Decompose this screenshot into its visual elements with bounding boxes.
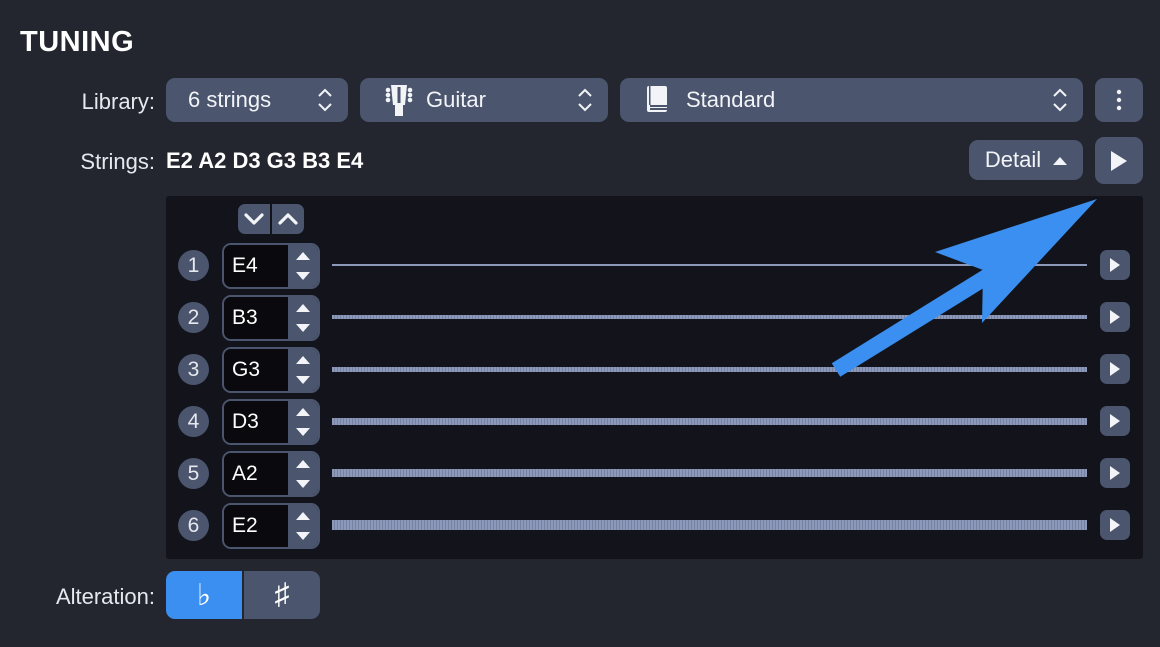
guitar-head-icon: [384, 83, 414, 117]
chevron-updown-icon: [1051, 86, 1069, 114]
play-icon: [1110, 258, 1120, 272]
chevron-up-icon: [278, 212, 298, 226]
caret-down-icon: [296, 532, 310, 540]
note-up-button[interactable]: [288, 297, 318, 318]
transpose-down-button[interactable]: [238, 204, 272, 234]
instrument-value: Guitar: [426, 87, 486, 112]
play-string-button[interactable]: [1100, 458, 1130, 488]
section-title: TUNING: [20, 26, 135, 58]
caret-up-icon: [296, 460, 310, 468]
string-line: [332, 520, 1087, 530]
note-input[interactable]: [224, 349, 288, 391]
alteration-toggle: ♭ ♯: [166, 571, 320, 619]
note-up-button[interactable]: [288, 245, 318, 266]
detail-label: Detail: [984, 147, 1042, 172]
string-number: 5: [178, 458, 209, 489]
note-down-button[interactable]: [288, 526, 318, 547]
chevron-down-icon: [244, 212, 264, 226]
note-stepper: [288, 245, 318, 287]
string-number: 1: [178, 250, 209, 281]
string-count-select[interactable]: 6 strings: [166, 78, 348, 122]
note-input[interactable]: [224, 297, 288, 339]
sharp-button[interactable]: ♯: [244, 571, 320, 619]
note-down-button[interactable]: [288, 370, 318, 391]
note-input[interactable]: [224, 453, 288, 495]
string-number: 4: [178, 406, 209, 437]
library-label: Library:: [81, 89, 155, 114]
play-icon: [1110, 150, 1128, 172]
detail-toggle-button[interactable]: Detail: [969, 140, 1083, 180]
string-number: 2: [178, 302, 209, 333]
note-down-button[interactable]: [288, 474, 318, 495]
caret-down-icon: [296, 324, 310, 332]
note-down-button[interactable]: [288, 318, 318, 339]
play-string-button[interactable]: [1100, 406, 1130, 436]
play-icon: [1110, 362, 1120, 376]
book-icon: [646, 85, 670, 115]
tuning-preset-value: Standard: [686, 87, 776, 112]
play-icon: [1110, 414, 1120, 428]
tuning-preset-select[interactable]: Standard: [620, 78, 1083, 122]
note-input[interactable]: [224, 401, 288, 443]
note-stepper: [288, 505, 318, 547]
play-icon: [1110, 310, 1120, 324]
note-stepper: [288, 453, 318, 495]
chevron-updown-icon: [316, 86, 334, 114]
note-spinbox: [222, 451, 320, 497]
note-spinbox: [222, 243, 320, 289]
chevron-updown-icon: [576, 86, 594, 114]
transpose-up-button[interactable]: [272, 204, 304, 234]
alteration-label: Alteration:: [55, 584, 155, 609]
note-down-button[interactable]: [288, 266, 318, 287]
note-spinbox: [222, 347, 320, 393]
caret-up-icon: [296, 252, 310, 260]
note-up-button[interactable]: [288, 453, 318, 474]
strings-label: Strings:: [80, 149, 155, 174]
caret-down-icon: [296, 428, 310, 436]
string-line: [332, 417, 1087, 425]
note-input[interactable]: [224, 245, 288, 287]
flat-button[interactable]: ♭: [166, 571, 242, 619]
note-down-button[interactable]: [288, 422, 318, 443]
more-vertical-icon: [1116, 89, 1122, 111]
caret-down-icon: [296, 376, 310, 384]
play-icon: [1110, 466, 1120, 480]
caret-up-icon: [296, 304, 310, 312]
note-stepper: [288, 401, 318, 443]
strings-summary: E2 A2 D3 G3 B3 E4: [166, 148, 364, 173]
tuning-panel: { "header": {"title": "TUNING"}, "librar…: [0, 0, 1160, 647]
note-up-button[interactable]: [288, 505, 318, 526]
note-input[interactable]: [224, 505, 288, 547]
note-up-button[interactable]: [288, 401, 318, 422]
caret-up-icon: [1053, 156, 1068, 165]
note-stepper: [288, 297, 318, 339]
caret-up-icon: [296, 356, 310, 364]
string-number: 6: [178, 510, 209, 541]
note-up-button[interactable]: [288, 349, 318, 370]
play-all-button[interactable]: [1095, 137, 1143, 184]
string-line: [332, 469, 1087, 477]
caret-up-icon: [296, 408, 310, 416]
string-number: 3: [178, 354, 209, 385]
play-icon: [1110, 518, 1120, 532]
caret-up-icon: [296, 512, 310, 520]
caret-down-icon: [296, 480, 310, 488]
caret-down-icon: [296, 272, 310, 280]
transpose-group: [238, 204, 304, 234]
instrument-select[interactable]: Guitar: [360, 78, 608, 122]
annotation-arrow-icon: [831, 199, 1097, 377]
string-count-value: 6 strings: [188, 87, 272, 112]
note-spinbox: [222, 503, 320, 549]
note-spinbox: [222, 295, 320, 341]
note-spinbox: [222, 399, 320, 445]
note-stepper: [288, 349, 318, 391]
play-string-button[interactable]: [1100, 510, 1130, 540]
more-options-button[interactable]: [1095, 78, 1143, 122]
